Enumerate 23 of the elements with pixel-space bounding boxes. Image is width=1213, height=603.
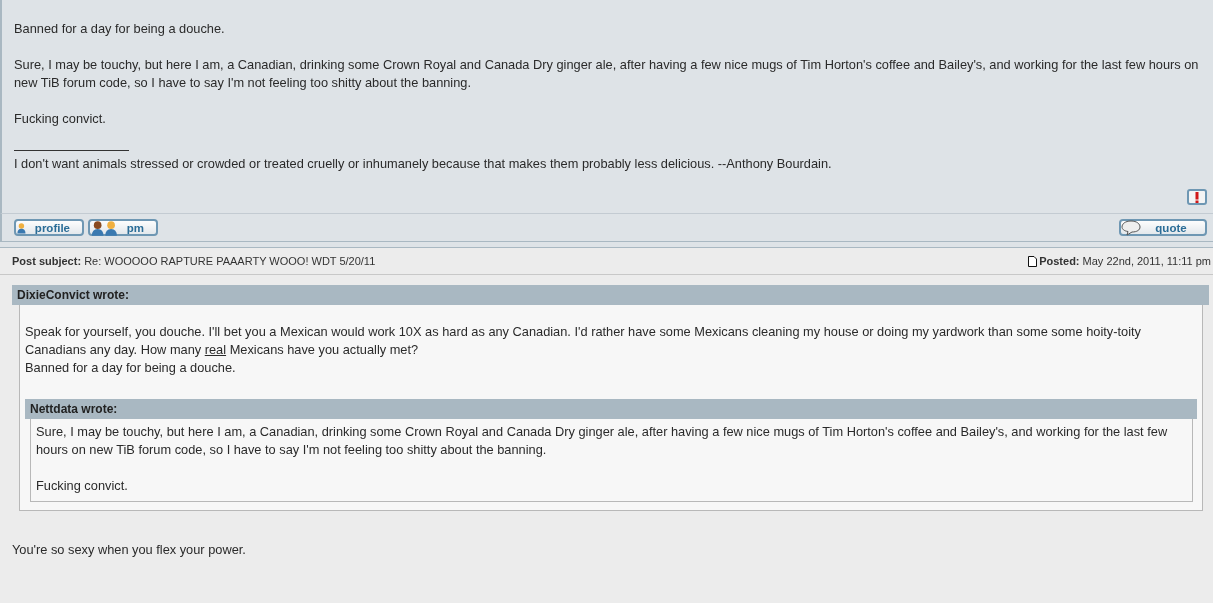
pm-button[interactable]: pm bbox=[88, 219, 158, 236]
quote-text: Sure, I may be touchy, but here I am, a Canadian, drinking some Crown Royal and Canada Dry ginger ale, after having a few nice mugs of Tim Horton's coffee and Bailey's, and working for the last few hours on new TiB forum code, so I have to say I'm not feeling too shitty about the banning. bbox=[36, 423, 1169, 459]
exclamation-icon bbox=[1195, 191, 1199, 203]
post-subject: Re: WOOOOO RAPTURE PAAARTY WOOO! WDT 5/20/11 bbox=[84, 255, 376, 267]
quote-text: Speak for yourself, you douche. I'll bet you a Mexican would work 10X as hard as any Canadian. I'd rather have some Mexicans cleaning my house or doing my yardwork than some some hoity-toity Canadians any day. How many real Mexicans have you actually met? bbox=[25, 323, 1142, 359]
document-icon bbox=[1028, 255, 1038, 267]
two-people-icon bbox=[90, 219, 119, 236]
post-text: Banned for a day for being a douche. bbox=[14, 20, 226, 38]
signature-text: I don't want animals stressed or crowded or treated cruelly or inhumanely because that makes them probably less delicious. --Anthony Bourdain. bbox=[14, 155, 833, 173]
quote-author: DixieConvict wrote: bbox=[12, 285, 1209, 305]
post-text: You're so sexy when you flex your power. bbox=[12, 541, 247, 559]
posted-label: Posted: bbox=[1039, 254, 1080, 269]
quote-text: Fucking convict. bbox=[36, 477, 129, 495]
profile-button[interactable]: profile bbox=[14, 219, 84, 236]
subject-label: Post subject: bbox=[12, 255, 82, 267]
quote-author: Nettdata wrote: bbox=[25, 399, 1197, 419]
post-date: May 22nd, 2011, 11:11 pm bbox=[1082, 254, 1211, 269]
quote-text: Banned for a day for being a douche. bbox=[25, 359, 237, 377]
quote-button[interactable]: quote bbox=[1119, 219, 1207, 236]
report-button[interactable] bbox=[1187, 189, 1207, 205]
post-text: Sure, I may be touchy, but here I am, a Canadian, drinking some Crown Royal and Canada Dry ginger ale, after having a few nice mugs of Tim Horton's coffee and Bailey's, and working for the last few hours on new TiB forum code, so I have to say I'm not feeling too shitty about the banning. bbox=[14, 56, 1200, 92]
speech-bubble-icon bbox=[1121, 219, 1141, 236]
post-text: Fucking convict. bbox=[14, 110, 107, 128]
